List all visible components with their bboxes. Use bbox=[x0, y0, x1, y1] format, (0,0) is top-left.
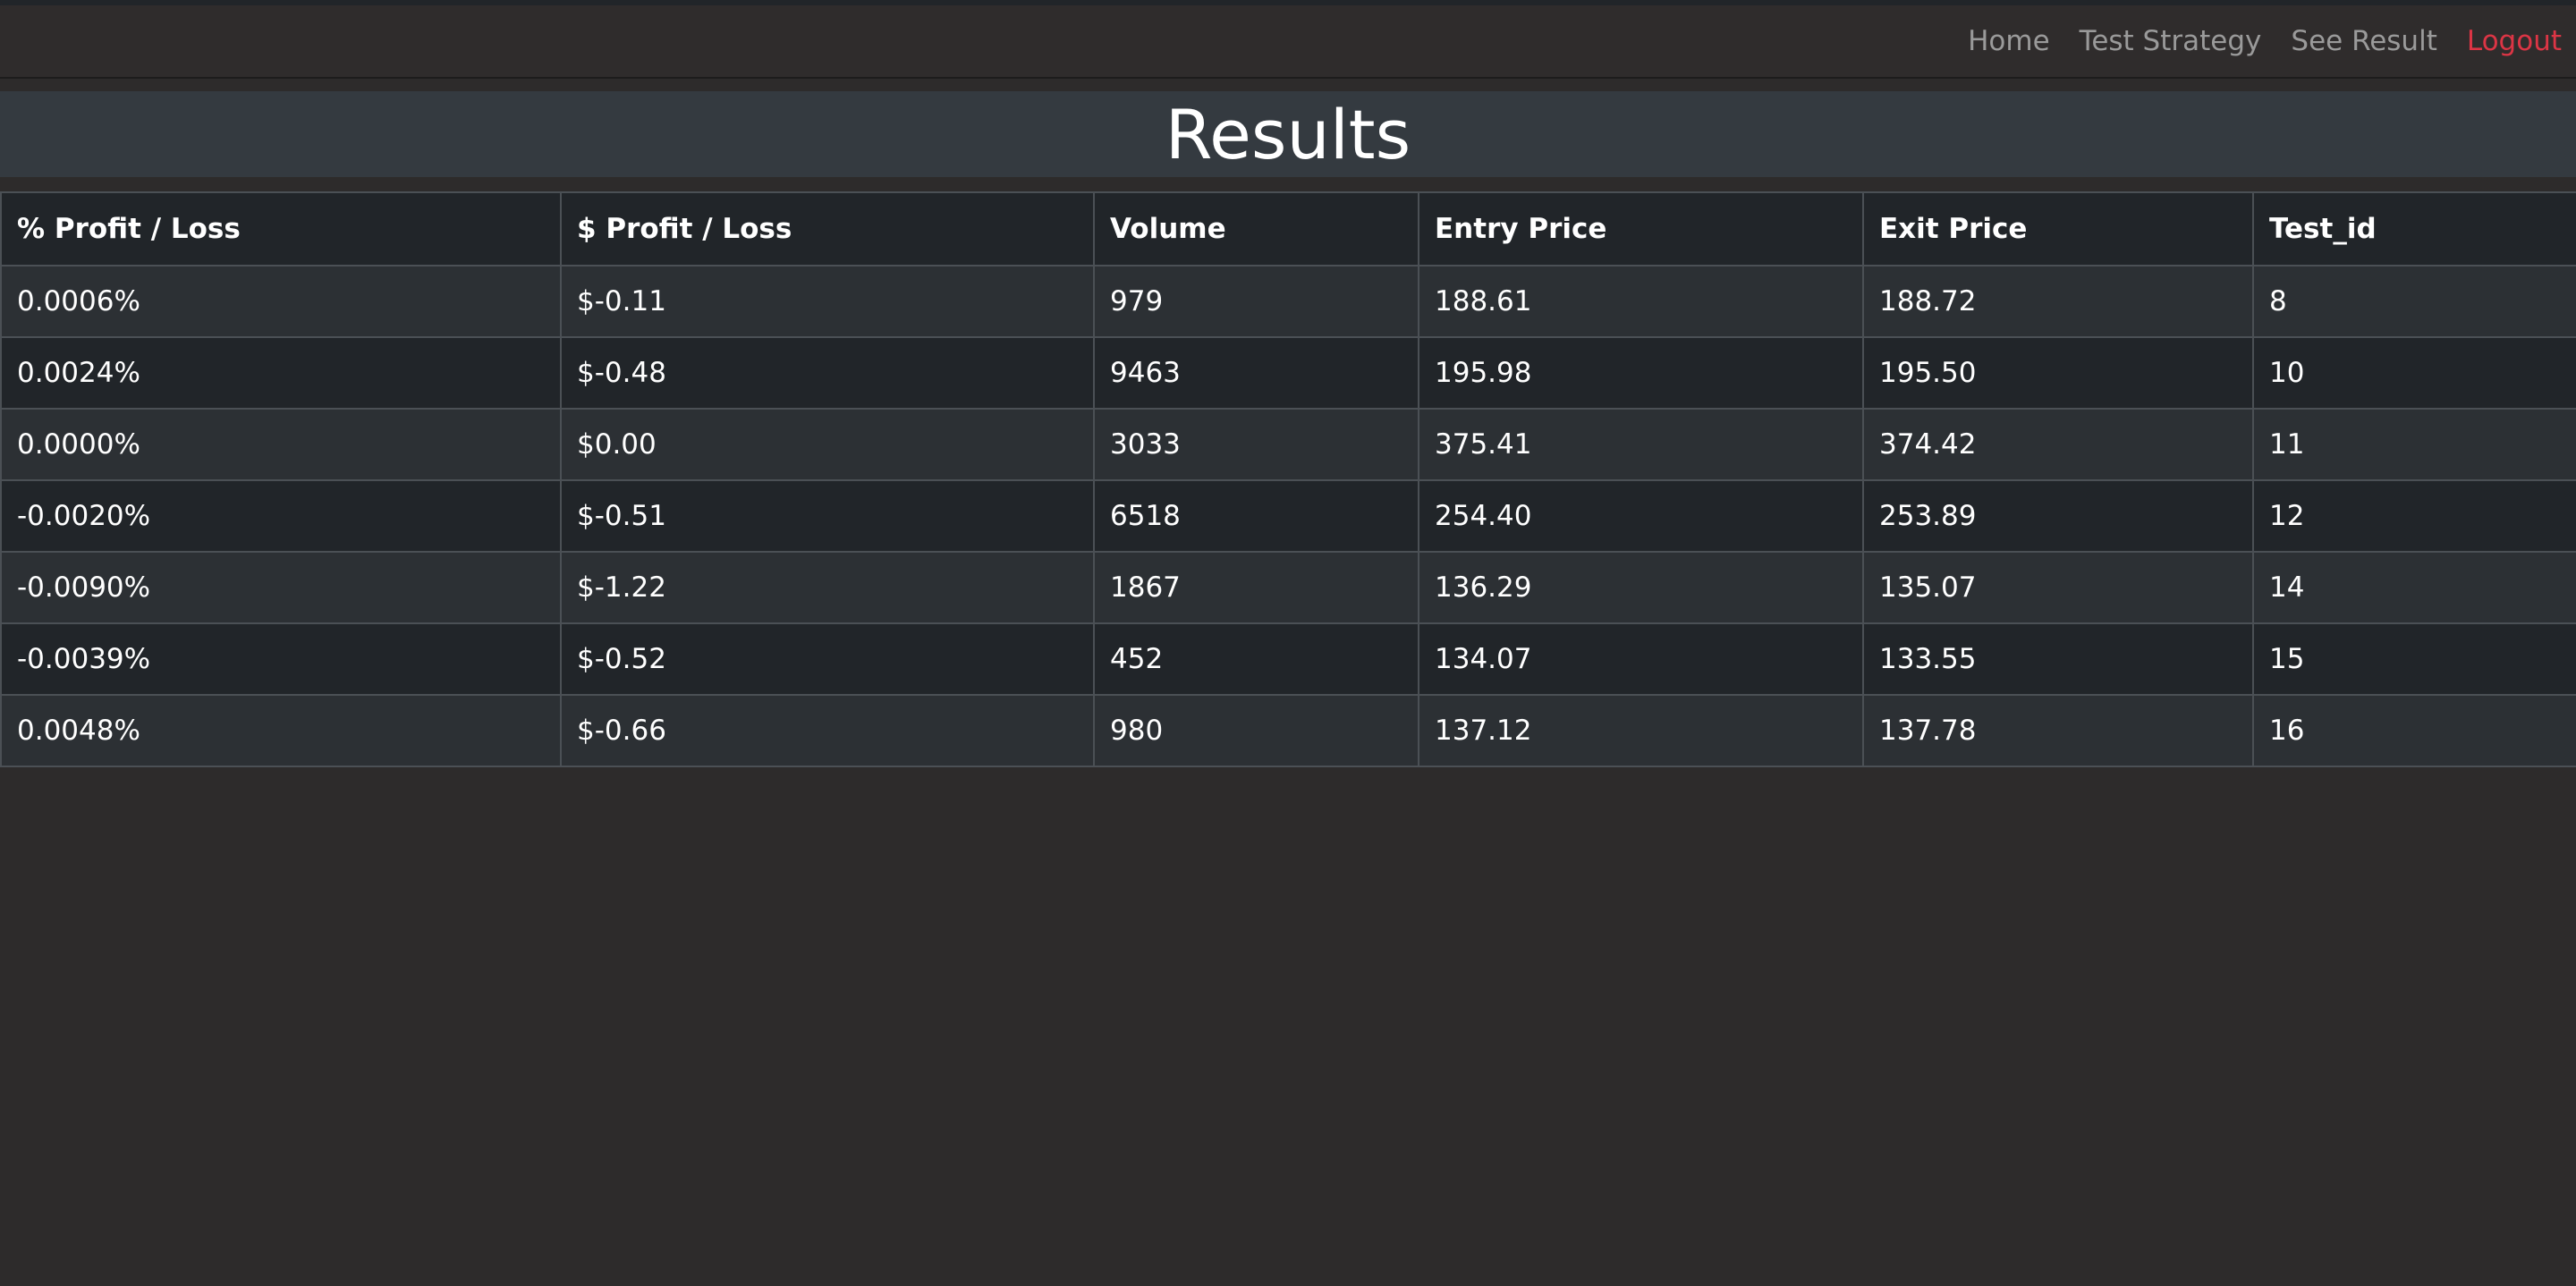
cell-dollar-profit-loss: $-0.66 bbox=[560, 694, 1095, 767]
table-header-row: % Profit / Loss $ Profit / Loss Volume E… bbox=[0, 191, 2576, 267]
cell-exit-price: 133.55 bbox=[1862, 622, 2254, 696]
nav-link-test-strategy[interactable]: Test Strategy bbox=[2080, 25, 2262, 57]
cell-exit-price: 188.72 bbox=[1862, 265, 2254, 338]
cell-entry-price: 134.07 bbox=[1418, 622, 1864, 696]
cell-volume: 1867 bbox=[1093, 551, 1419, 624]
cell-percent-profit-loss: -0.0090% bbox=[0, 551, 562, 624]
table-row: -0.0090% $-1.22 1867 136.29 135.07 14 bbox=[0, 551, 2576, 624]
table-row: 0.0006% $-0.11 979 188.61 188.72 8 bbox=[0, 265, 2576, 338]
cell-exit-price: 137.78 bbox=[1862, 694, 2254, 767]
table-row: 0.0048% $-0.66 980 137.12 137.78 16 bbox=[0, 694, 2576, 767]
cell-percent-profit-loss: 0.0048% bbox=[0, 694, 562, 767]
cell-test-id: 14 bbox=[2252, 551, 2576, 624]
table-row: -0.0020% $-0.51 6518 254.40 253.89 12 bbox=[0, 479, 2576, 553]
cell-test-id: 12 bbox=[2252, 479, 2576, 553]
cell-exit-price: 253.89 bbox=[1862, 479, 2254, 553]
cell-test-id: 11 bbox=[2252, 408, 2576, 481]
cell-exit-price: 195.50 bbox=[1862, 336, 2254, 410]
cell-dollar-profit-loss: $0.00 bbox=[560, 408, 1095, 481]
cell-dollar-profit-loss: $-0.48 bbox=[560, 336, 1095, 410]
column-header-exit-price: Exit Price bbox=[1862, 191, 2254, 267]
cell-exit-price: 135.07 bbox=[1862, 551, 2254, 624]
cell-entry-price: 188.61 bbox=[1418, 265, 1864, 338]
navbar: Home Test Strategy See Result Logout bbox=[0, 5, 2576, 77]
table-row: -0.0039% $-0.52 452 134.07 133.55 15 bbox=[0, 622, 2576, 696]
cell-entry-price: 136.29 bbox=[1418, 551, 1864, 624]
nav-link-home[interactable]: Home bbox=[1968, 25, 2050, 57]
cell-dollar-profit-loss: $-1.22 bbox=[560, 551, 1095, 624]
table-row: 0.0000% $0.00 3033 375.41 374.42 11 bbox=[0, 408, 2576, 481]
nav-link-see-result[interactable]: See Result bbox=[2291, 25, 2436, 57]
cell-entry-price: 254.40 bbox=[1418, 479, 1864, 553]
cell-volume: 6518 bbox=[1093, 479, 1419, 553]
cell-volume: 452 bbox=[1093, 622, 1419, 696]
cell-test-id: 10 bbox=[2252, 336, 2576, 410]
cell-dollar-profit-loss: $-0.51 bbox=[560, 479, 1095, 553]
cell-percent-profit-loss: 0.0006% bbox=[0, 265, 562, 338]
column-header-volume: Volume bbox=[1093, 191, 1419, 267]
table-row: 0.0024% $-0.48 9463 195.98 195.50 10 bbox=[0, 336, 2576, 410]
nav-links: Home Test Strategy See Result Logout bbox=[1938, 5, 2562, 77]
column-header-test-id: Test_id bbox=[2252, 191, 2576, 267]
cell-test-id: 15 bbox=[2252, 622, 2576, 696]
column-header-entry-price: Entry Price bbox=[1418, 191, 1864, 267]
cell-entry-price: 195.98 bbox=[1418, 336, 1864, 410]
cell-volume: 979 bbox=[1093, 265, 1419, 338]
cell-percent-profit-loss: -0.0039% bbox=[0, 622, 562, 696]
cell-exit-price: 374.42 bbox=[1862, 408, 2254, 481]
cell-dollar-profit-loss: $-0.11 bbox=[560, 265, 1095, 338]
column-header-percent-profit-loss: % Profit / Loss bbox=[0, 191, 562, 267]
results-table: % Profit / Loss $ Profit / Loss Volume E… bbox=[0, 191, 2576, 767]
cell-test-id: 16 bbox=[2252, 694, 2576, 767]
cell-volume: 980 bbox=[1093, 694, 1419, 767]
cell-percent-profit-loss: 0.0000% bbox=[0, 408, 562, 481]
nav-link-logout[interactable]: Logout bbox=[2467, 25, 2562, 57]
page-title: Results bbox=[1165, 94, 1411, 174]
cell-dollar-profit-loss: $-0.52 bbox=[560, 622, 1095, 696]
cell-percent-profit-loss: -0.0020% bbox=[0, 479, 562, 553]
page-title-banner: Results bbox=[0, 91, 2576, 177]
cell-test-id: 8 bbox=[2252, 265, 2576, 338]
cell-entry-price: 375.41 bbox=[1418, 408, 1864, 481]
column-header-dollar-profit-loss: $ Profit / Loss bbox=[560, 191, 1095, 267]
cell-volume: 3033 bbox=[1093, 408, 1419, 481]
cell-volume: 9463 bbox=[1093, 336, 1419, 410]
cell-percent-profit-loss: 0.0024% bbox=[0, 336, 562, 410]
cell-entry-price: 137.12 bbox=[1418, 694, 1864, 767]
